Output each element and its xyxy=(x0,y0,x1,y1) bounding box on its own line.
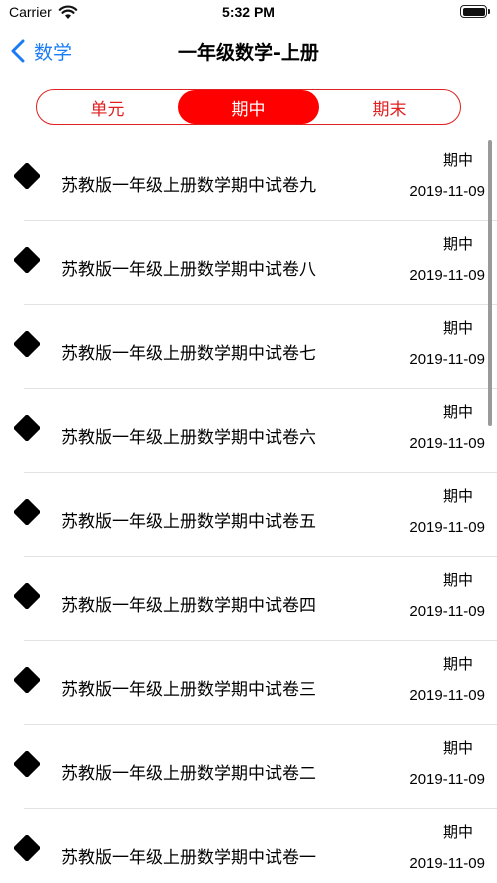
item-title: 苏教版一年级上册数学期中试卷八 xyxy=(61,260,316,280)
item-tag: 期中 xyxy=(442,739,473,757)
list-item[interactable]: 苏教版一年级上册数学期中试卷八 期中 2019-11-09 xyxy=(0,221,497,305)
diamond-bullet-icon xyxy=(14,583,40,609)
diamond-bullet-icon xyxy=(14,163,40,189)
item-tag: 期中 xyxy=(442,571,473,589)
item-tag: 期中 xyxy=(442,319,473,337)
segment-final[interactable]: 期末 xyxy=(319,90,460,124)
item-date: 2019-11-09 xyxy=(409,687,485,704)
item-date: 2019-11-09 xyxy=(409,435,485,452)
item-title: 苏教版一年级上册数学期中试卷三 xyxy=(61,680,316,700)
list-item[interactable]: 苏教版一年级上册数学期中试卷三 期中 2019-11-09 xyxy=(0,641,497,725)
exam-list: 苏教版一年级上册数学期中试卷九 期中 2019-11-09 苏教版一年级上册数学… xyxy=(0,137,497,883)
list-item[interactable]: 苏教版一年级上册数学期中试卷七 期中 2019-11-09 xyxy=(0,305,497,389)
diamond-bullet-icon xyxy=(14,247,40,273)
diamond-bullet-icon xyxy=(14,751,40,777)
list-item[interactable]: 苏教版一年级上册数学期中试卷九 期中 2019-11-09 xyxy=(0,137,497,221)
list-item[interactable]: 苏教版一年级上册数学期中试卷一 期中 2019-11-09 xyxy=(0,809,497,883)
item-title: 苏教版一年级上册数学期中试卷四 xyxy=(61,596,316,616)
list-item[interactable]: 苏教版一年级上册数学期中试卷四 期中 2019-11-09 xyxy=(0,557,497,641)
diamond-bullet-icon xyxy=(14,835,40,861)
segment-unit[interactable]: 单元 xyxy=(37,90,178,124)
item-tag: 期中 xyxy=(442,655,473,673)
diamond-bullet-icon xyxy=(14,667,40,693)
list-item[interactable]: 苏教版一年级上册数学期中试卷六 期中 2019-11-09 xyxy=(0,389,497,473)
status-time: 5:32 PM xyxy=(222,4,275,20)
item-title: 苏教版一年级上册数学期中试卷二 xyxy=(61,764,316,784)
status-bar: Carrier 5:32 PM xyxy=(0,0,497,26)
diamond-bullet-icon xyxy=(14,499,40,525)
item-date: 2019-11-09 xyxy=(409,519,485,536)
segment-midterm[interactable]: 期中 xyxy=(178,90,319,124)
item-tag: 期中 xyxy=(442,151,473,169)
diamond-bullet-icon xyxy=(14,331,40,357)
page-title: 一年级数学-上册 xyxy=(178,42,319,64)
item-title: 苏教版一年级上册数学期中试卷九 xyxy=(61,176,316,196)
item-title: 苏教版一年级上册数学期中试卷七 xyxy=(61,344,316,364)
item-title: 苏教版一年级上册数学期中试卷一 xyxy=(61,848,316,868)
item-date: 2019-11-09 xyxy=(409,855,485,872)
segmented-control: 单元 期中 期末 xyxy=(36,89,461,125)
item-tag: 期中 xyxy=(442,403,473,421)
diamond-bullet-icon xyxy=(14,415,40,441)
battery-icon xyxy=(460,5,490,18)
navigation-bar: 数学 一年级数学-上册 xyxy=(0,26,497,76)
item-date: 2019-11-09 xyxy=(409,183,485,200)
item-tag: 期中 xyxy=(442,235,473,253)
item-date: 2019-11-09 xyxy=(409,771,485,788)
item-date: 2019-11-09 xyxy=(409,603,485,620)
list-item[interactable]: 苏教版一年级上册数学期中试卷二 期中 2019-11-09 xyxy=(0,725,497,809)
item-date: 2019-11-09 xyxy=(409,351,485,368)
item-title: 苏教版一年级上册数学期中试卷五 xyxy=(61,512,316,532)
item-date: 2019-11-09 xyxy=(409,267,485,284)
item-tag: 期中 xyxy=(442,487,473,505)
list-item[interactable]: 苏教版一年级上册数学期中试卷五 期中 2019-11-09 xyxy=(0,473,497,557)
item-title: 苏教版一年级上册数学期中试卷六 xyxy=(61,428,316,448)
scrollbar[interactable] xyxy=(488,140,492,426)
item-tag: 期中 xyxy=(442,823,473,841)
